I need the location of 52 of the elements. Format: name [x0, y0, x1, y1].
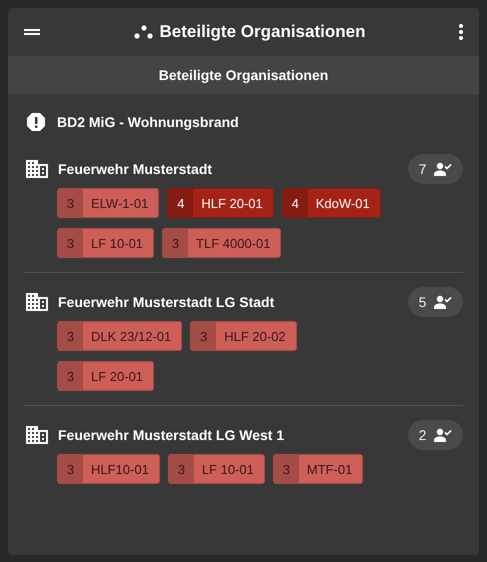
building-icon	[26, 426, 48, 444]
status-number: 3	[58, 229, 83, 257]
status-number: 3	[58, 189, 83, 217]
vehicle-chip[interactable]: 3 HLF 20-02	[190, 321, 297, 351]
status-number: 3	[58, 322, 83, 350]
vehicle-name: TLF 4000-01	[195, 234, 272, 252]
vehicle-name: HLF10-01	[90, 460, 150, 478]
organization-name: Feuerwehr Musterstadt LG West 1	[58, 427, 286, 443]
vehicle-name: HLF 20-01	[200, 194, 264, 212]
vehicle-chip[interactable]: 3 TLF 4000-01	[162, 228, 282, 258]
more-icon	[459, 24, 463, 40]
dots-icon	[134, 24, 154, 40]
alert-icon	[26, 112, 46, 132]
app-title: Beteiligte Organisationen	[160, 22, 366, 42]
status-number: 4	[282, 189, 308, 217]
vehicle-chip[interactable]: 3 ELW-1-01	[57, 188, 160, 218]
vehicle-name: HLF 20-02	[223, 328, 287, 346]
menu-icon	[24, 28, 40, 36]
building-icon	[26, 160, 48, 178]
status-number: 3	[168, 455, 194, 483]
status-number: 3	[58, 362, 83, 390]
status-number: 3	[191, 322, 216, 350]
vehicle-name: KdoW-01	[314, 194, 371, 212]
vehicle-name: LF 20-01	[90, 368, 144, 386]
count-text: 2	[418, 427, 426, 443]
status-number: 3	[274, 455, 299, 483]
vehicle-chip[interactable]: 3 LF 10-01	[168, 454, 265, 484]
vehicle-chip[interactable]: 4 KdoW-01	[282, 188, 381, 218]
incident-title: BD2 MiG - Wohnungsbrand	[57, 114, 239, 130]
vehicle-name: DLK 23/12-01	[90, 328, 172, 346]
vehicle-chip[interactable]: 4 HLF 20-01	[167, 188, 274, 218]
person-check-icon	[434, 428, 452, 442]
vehicle-chip[interactable]: 3 MTF-01	[272, 454, 364, 484]
count-text: 5	[418, 294, 426, 310]
vehicle-chip[interactable]: 3 HLF10-01	[57, 454, 160, 484]
vehicle-name: MTF-01	[306, 460, 354, 478]
vehicle-chip[interactable]: 3 DLK 23/12-01	[57, 321, 182, 351]
status-number: 3	[163, 229, 188, 257]
vehicle-chip[interactable]: 3 LF 20-01	[57, 361, 154, 391]
status-number: 4	[168, 189, 194, 217]
section-title: Beteiligte Organisationen	[158, 67, 328, 83]
organization-name: Feuerwehr Musterstadt	[58, 161, 214, 177]
building-icon	[26, 293, 48, 311]
person-check-icon	[434, 295, 452, 309]
organization-name: Feuerwehr Musterstadt LG Stadt	[58, 294, 276, 310]
vehicle-name: LF 10-01	[90, 234, 144, 252]
vehicle-name: ELW-1-01	[90, 194, 150, 212]
vehicle-name: LF 10-01	[200, 460, 255, 478]
vehicle-chip[interactable]: 3 LF 10-01	[57, 228, 154, 258]
person-check-icon	[434, 162, 452, 176]
count-text: 7	[418, 161, 426, 177]
status-number: 3	[58, 455, 83, 483]
